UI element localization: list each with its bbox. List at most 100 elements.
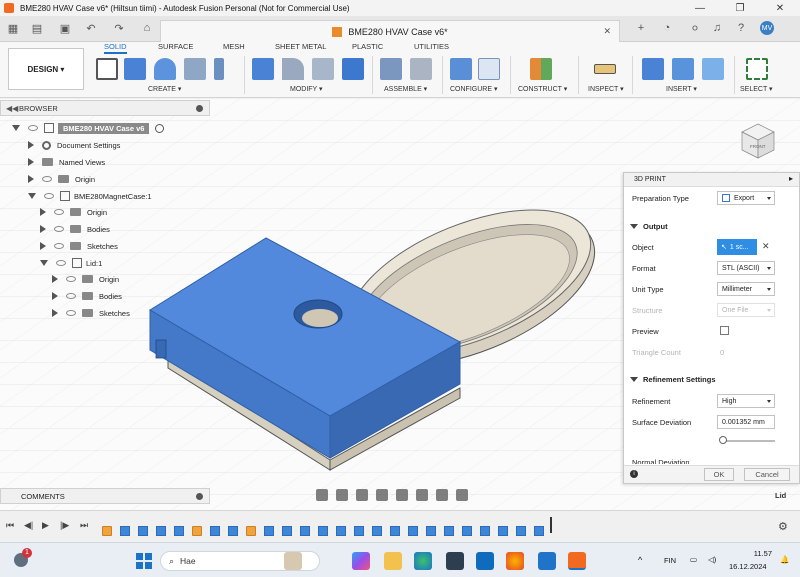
timeline-extrude-feature[interactable] (480, 526, 490, 536)
visibility-eye-icon[interactable] (54, 226, 64, 232)
minimize-button[interactable]: — (680, 0, 720, 16)
tab-solid[interactable]: SOLID (104, 42, 127, 54)
bell-icon[interactable]: ♫ (710, 21, 724, 35)
expand-icon[interactable] (12, 125, 20, 131)
insert-derive-icon[interactable] (642, 58, 664, 80)
go-to-end-icon[interactable]: ⏭ (80, 520, 88, 531)
timeline-extrude-feature[interactable] (264, 526, 274, 536)
close-window-button[interactable]: ✕ (760, 0, 800, 16)
timeline-extrude-feature[interactable] (300, 526, 310, 536)
timeline-extrude-feature[interactable] (228, 526, 238, 536)
insert-image-icon[interactable] (702, 58, 724, 80)
close-tab-icon[interactable]: ✕ (603, 26, 611, 37)
expand-icon[interactable] (40, 225, 46, 233)
account-icon[interactable]: MV (760, 21, 774, 35)
visibility-eye-icon[interactable] (66, 293, 76, 299)
viewports-icon[interactable] (456, 489, 468, 501)
create-more-icon[interactable] (214, 58, 224, 80)
orbit-icon[interactable] (316, 489, 328, 501)
expand-icon[interactable] (52, 292, 58, 300)
hole-icon[interactable] (184, 58, 206, 80)
help-icon[interactable]: ? (734, 21, 748, 35)
step-forward-icon[interactable]: |▶ (60, 520, 69, 531)
revolve-icon[interactable] (154, 58, 176, 80)
configure-group-label[interactable]: CONFIGURE ▾ (450, 85, 497, 93)
browser-close-icon[interactable] (196, 104, 203, 112)
timeline-extrude-feature[interactable] (138, 526, 148, 536)
visibility-eye-icon[interactable] (66, 276, 76, 282)
tree-item-magnet-case[interactable]: BME280MagnetCase:1 (28, 189, 152, 203)
pan-hand-icon[interactable] (356, 489, 368, 501)
visibility-eye-icon[interactable] (44, 193, 54, 199)
insert-mcmaster-icon[interactable] (672, 58, 694, 80)
timeline-marker[interactable] (550, 517, 552, 533)
visibility-eye-icon[interactable] (54, 209, 64, 215)
outlook-icon[interactable] (476, 552, 494, 570)
grid-settings-icon[interactable] (436, 489, 448, 501)
select-icon[interactable] (746, 58, 768, 80)
inspect-group-label[interactable]: INSPECT ▾ (588, 85, 624, 93)
dialog-collapse-icon[interactable]: ▸ (789, 174, 793, 183)
expand-icon[interactable] (52, 275, 58, 283)
refinement-select[interactable]: High (717, 394, 775, 408)
preview-checkbox[interactable] (720, 326, 729, 335)
browser-root-row[interactable]: BME280 HVAV Case v6 (12, 121, 165, 135)
file-icon[interactable]: ▤ (30, 21, 44, 35)
timeline-settings-gear-icon[interactable]: ⚙ (778, 520, 788, 533)
expand-icon[interactable] (40, 260, 48, 266)
app-c-icon[interactable] (538, 552, 556, 570)
tree-item-named-views[interactable]: Named Views (28, 155, 105, 169)
home-icon[interactable]: ⌂ (140, 21, 154, 35)
tab-surface[interactable]: SURFACE (158, 42, 193, 54)
timeline-extrude-feature[interactable] (174, 526, 184, 536)
tab-sheet-metal[interactable]: SHEET METAL (275, 42, 326, 54)
volume-icon[interactable]: ◁) (708, 555, 716, 564)
timeline-extrude-feature[interactable] (462, 526, 472, 536)
undo-icon[interactable]: ↶ (84, 21, 98, 35)
select-group-label[interactable]: SELECT ▾ (740, 85, 773, 93)
add-tab-icon[interactable]: + (634, 21, 648, 35)
grid-icon[interactable]: ▦ (6, 21, 20, 35)
timeline-extrude-feature[interactable] (444, 526, 454, 536)
visibility-eye-icon[interactable] (56, 260, 66, 266)
extrude-icon[interactable] (124, 58, 146, 80)
visibility-eye-icon[interactable] (28, 125, 38, 131)
copilot-icon[interactable] (352, 552, 370, 570)
network-icon[interactable]: ▭ (690, 555, 697, 564)
microsoft-store-icon[interactable] (446, 552, 464, 570)
object-selection-button[interactable]: ↖ 1 sc... (717, 239, 757, 255)
job-status-icon[interactable]: ◔ (660, 21, 674, 35)
look-at-icon[interactable] (336, 489, 348, 501)
modify-group-label[interactable]: MODIFY ▾ (290, 85, 323, 93)
fusion-taskbar-icon[interactable] (568, 552, 586, 570)
tree-item-document-settings[interactable]: Document Settings (28, 138, 120, 152)
notification-center-icon[interactable]: 🔔 (780, 555, 789, 564)
play-icon[interactable]: ▶ (42, 520, 49, 531)
tree-item-lid-sketches[interactable]: Sketches (52, 306, 130, 320)
timeline-extrude-feature[interactable] (156, 526, 166, 536)
timeline-features[interactable] (100, 517, 556, 536)
go-to-start-icon[interactable]: ⏮ (6, 520, 14, 531)
new-component-icon[interactable] (380, 58, 402, 80)
tab-mesh[interactable]: MESH (223, 42, 245, 54)
tree-item-sketches[interactable]: Sketches (40, 239, 118, 253)
timeline-extrude-feature[interactable] (426, 526, 436, 536)
refinement-section-header[interactable]: Refinement Settings (630, 375, 716, 384)
expand-icon[interactable] (40, 208, 46, 216)
tree-item-lid-bodies[interactable]: Bodies (52, 289, 122, 303)
workspace-switcher[interactable]: DESIGN ▾ (8, 48, 84, 90)
expand-icon[interactable] (40, 242, 46, 250)
chamfer-icon[interactable] (312, 58, 334, 80)
tree-item-lid-origin[interactable]: Origin (52, 272, 119, 286)
firefox-icon[interactable] (506, 552, 524, 570)
timeline-extrude-feature[interactable] (120, 526, 130, 536)
configuration-table-icon[interactable] (478, 58, 500, 80)
view-cube[interactable]: FRONT (736, 118, 780, 162)
file-explorer-icon[interactable] (384, 552, 402, 570)
unit-type-select[interactable]: Millimeter (717, 282, 775, 296)
tray-overflow-icon[interactable]: ^ (638, 555, 642, 565)
display-settings-icon[interactable] (416, 489, 428, 501)
tab-plastic[interactable]: PLASTIC (352, 42, 383, 54)
timeline-extrude-feature[interactable] (498, 526, 508, 536)
tree-item-origin-sub[interactable]: Origin (40, 205, 107, 219)
